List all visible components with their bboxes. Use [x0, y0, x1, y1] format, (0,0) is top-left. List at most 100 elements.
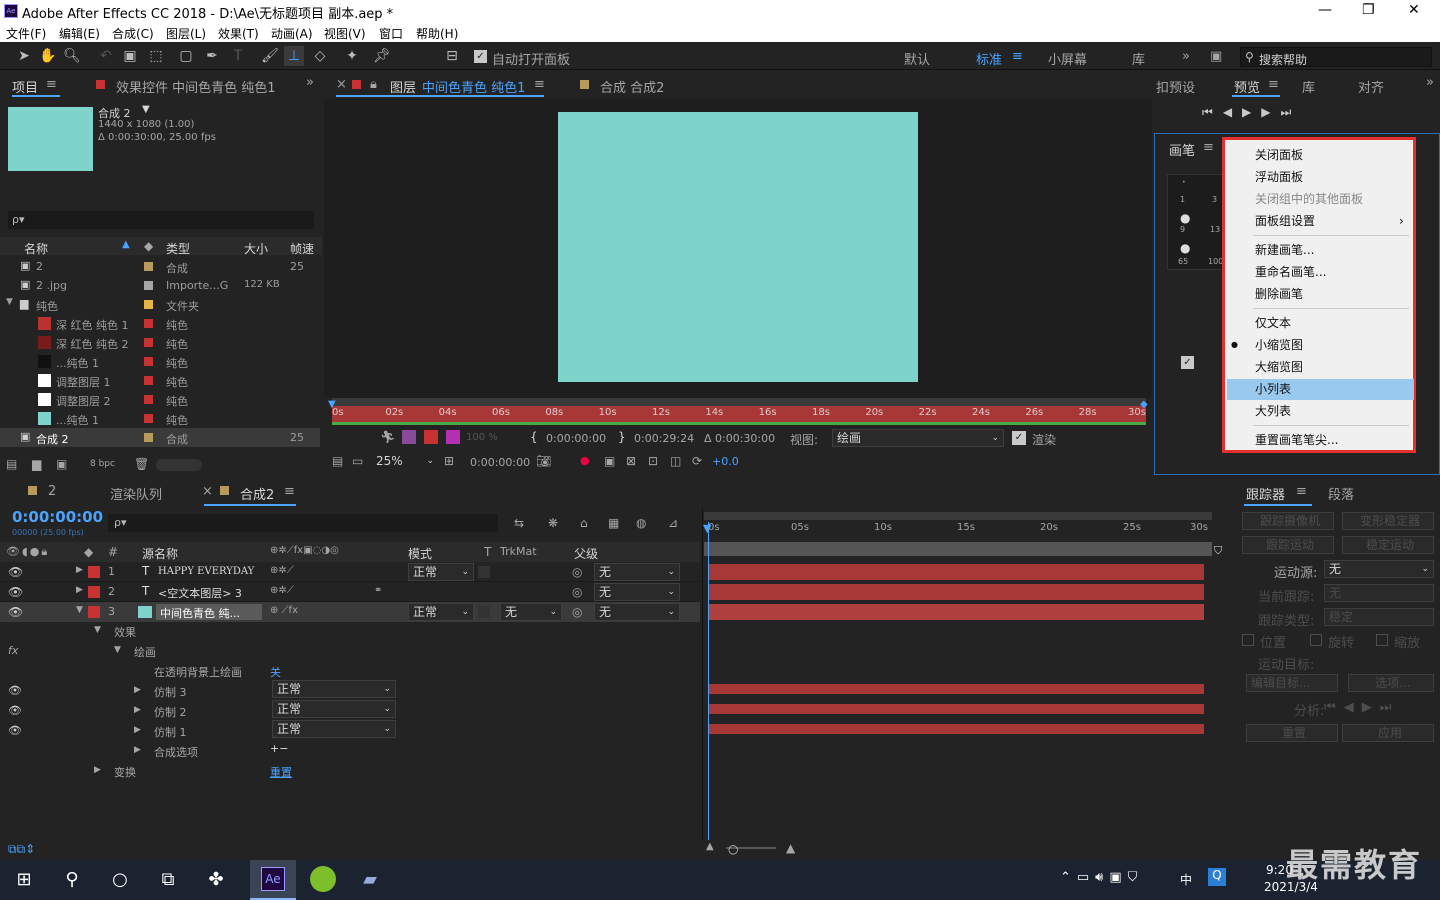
tracker-menu-icon[interactable]: ≡	[1296, 484, 1307, 499]
menu-panel-group-settings[interactable]: 面板组设置	[1255, 210, 1315, 232]
add-remove-icon[interactable]: +−	[270, 742, 288, 755]
reset-button[interactable]: 重置	[1246, 724, 1338, 742]
brush-tool-icon[interactable]: 🖌︎	[260, 46, 280, 66]
minimize-icon[interactable]: —	[1318, 2, 1332, 18]
maximize-icon[interactable]: ❐	[1362, 2, 1375, 18]
expand-icon[interactable]: ▶	[94, 765, 101, 775]
clone-3-bar[interactable]	[708, 684, 1204, 694]
parent-dropdown[interactable]: 无 ⌄	[594, 583, 680, 601]
expand-icon[interactable]: ▶	[134, 705, 141, 715]
playhead-icon[interactable]: ▼	[703, 522, 711, 535]
eye-icon[interactable]: 👁︎	[8, 605, 23, 619]
tab-comp-2[interactable]: 2	[48, 484, 56, 499]
workspace-small-screen[interactable]: 小屏幕	[1048, 49, 1087, 68]
layer-name[interactable]: <空文本图层> 3	[158, 585, 242, 601]
camera-tool-icon[interactable]: ▣	[120, 46, 140, 66]
reset-exposure-icon[interactable]: ◫	[670, 454, 681, 468]
tab-align[interactable]: 对齐	[1358, 77, 1384, 96]
roto-brush-tool-icon[interactable]: ✦	[342, 46, 362, 66]
edit-target-button[interactable]: 编辑目标...	[1246, 674, 1338, 692]
label-color[interactable]	[144, 357, 153, 366]
collapse-icon[interactable]: ⚭	[374, 585, 382, 596]
apply-button[interactable]: 应用	[1342, 724, 1434, 742]
clone3-blend-dropdown[interactable]: 正常 ⌄	[272, 680, 396, 698]
menu-large-list[interactable]: 大列表	[1255, 400, 1291, 422]
position-checkbox[interactable]	[1242, 634, 1254, 646]
layer-name[interactable]: HAPPY EVERYDAY	[158, 566, 254, 577]
prop-transform[interactable]: 变换	[114, 764, 136, 780]
new-comp-icon[interactable]: ▣	[56, 457, 67, 471]
thumbnail-slider[interactable]	[156, 459, 202, 471]
expand-icon[interactable]: ▶	[134, 745, 141, 755]
new-folder-icon[interactable]: ▆	[32, 457, 41, 471]
frame-blend-icon[interactable]: ▦	[608, 516, 619, 530]
prop-paint-on-transparent-value[interactable]: 关	[270, 664, 281, 680]
pick-whip-icon[interactable]: ◎	[572, 605, 582, 619]
trkmat-dropdown[interactable]: 无 ⌄	[500, 603, 562, 621]
collapse-arrow-icon[interactable]: ▼	[6, 297, 13, 307]
zoom-slider-handle-icon[interactable]: ○	[728, 842, 738, 856]
tab-comp[interactable]: 合成 合成2	[600, 77, 664, 96]
tab-paragraph[interactable]: 段落	[1328, 484, 1354, 503]
end-marker-icon[interactable]: ◆	[1140, 399, 1150, 410]
tab-project-menu-icon[interactable]: ≡	[46, 77, 57, 92]
render-checkbox[interactable]: ✓	[1012, 431, 1026, 445]
project-item[interactable]: ...纯色 1 纯色	[0, 352, 320, 371]
motion-path-icon[interactable]	[402, 430, 416, 444]
after-effects-taskbar-button[interactable]: Ae	[250, 860, 296, 900]
menu-composition[interactable]: 合成(C)	[112, 25, 154, 42]
menu-text-only[interactable]: 仅文本	[1255, 312, 1291, 334]
project-item[interactable]: 调整图层 1 纯色	[0, 371, 320, 390]
preserve-transparency-toggle[interactable]	[478, 606, 490, 618]
exposure-icon[interactable]: ⟳	[692, 454, 702, 468]
label-color[interactable]	[88, 566, 100, 578]
bit-depth[interactable]: 8 bpc	[90, 459, 115, 469]
collapse-arrow-icon[interactable]: ▼	[94, 625, 101, 635]
layer-1-duration-bar[interactable]	[708, 564, 1204, 580]
layer-mode-dropdown[interactable]: 正常 ⌄	[408, 603, 474, 621]
expand-icon[interactable]: ▶	[134, 685, 141, 695]
stabilize-motion-button[interactable]: 稳定运动	[1342, 536, 1434, 554]
zoom-tool-icon[interactable]: 🔍︎	[62, 46, 82, 66]
in-point-icon[interactable]: {	[530, 430, 538, 444]
menu-large-thumbnail[interactable]: 大缩览图	[1255, 356, 1303, 378]
current-time-indicator[interactable]	[708, 522, 709, 840]
fit-icon[interactable]: ⊞	[444, 454, 454, 468]
project-item[interactable]: ▣ 合成 2 合成 25	[0, 428, 320, 447]
project-search-input[interactable]: ρ▾	[8, 211, 314, 229]
selection-tool-icon[interactable]: ➤	[14, 46, 34, 66]
type-tool-icon[interactable]: T	[228, 46, 248, 66]
project-item[interactable]: ...纯色 1 纯色	[0, 409, 320, 428]
layer-mode-dropdown[interactable]: 正常 ⌄	[408, 563, 474, 581]
mask-icon[interactable]	[424, 430, 438, 444]
label-color[interactable]	[144, 433, 153, 442]
clone-1-bar[interactable]	[708, 724, 1204, 734]
hand-tool-icon[interactable]: ✋	[38, 46, 58, 66]
tab-presets[interactable]: 扣预设	[1156, 77, 1195, 96]
zoom-dropdown[interactable]: 25% ⌄	[372, 453, 436, 471]
prev-frame-icon[interactable]: ◀	[1223, 105, 1242, 119]
motion-blur-icon[interactable]: ◍	[636, 516, 646, 530]
exposure-value[interactable]: +0.0	[712, 455, 739, 468]
close-icon[interactable]: ✕	[1408, 2, 1420, 18]
menu-layer[interactable]: 图层(L)	[166, 25, 206, 42]
label-color[interactable]	[88, 586, 100, 598]
cortana-icon[interactable]: ○	[108, 868, 132, 892]
out-point-icon[interactable]: }	[618, 430, 626, 444]
layer-canvas[interactable]	[558, 112, 918, 382]
time-navigator[interactable]	[332, 398, 1146, 406]
tab-tracker[interactable]: 跟踪器	[1246, 484, 1285, 503]
brush-checkbox[interactable]: ✓	[1181, 356, 1194, 369]
project-item[interactable]: ▣ 2 合成 25	[0, 257, 320, 276]
warp-stabilizer-button[interactable]: 变形稳定器	[1342, 512, 1434, 530]
workspace-standard[interactable]: 标准	[976, 49, 1002, 68]
pan-behind-tool-icon[interactable]: ⬚	[146, 46, 166, 66]
eraser-tool-icon[interactable]: ◇	[310, 46, 330, 66]
menu-file[interactable]: 文件(F)	[6, 25, 46, 42]
project-item[interactable]: ▣ 2 .jpg Importe...G 122 KB	[0, 276, 320, 295]
menu-effect[interactable]: 效果(T)	[218, 25, 259, 42]
prop-clone-2[interactable]: 仿制 2	[154, 704, 187, 720]
tab-render-queue[interactable]: 渲染队列	[110, 484, 162, 503]
tab-layer-menu-icon[interactable]: ≡	[534, 77, 545, 92]
tab-layer-name[interactable]: 中间色青色 纯色1	[422, 77, 525, 96]
